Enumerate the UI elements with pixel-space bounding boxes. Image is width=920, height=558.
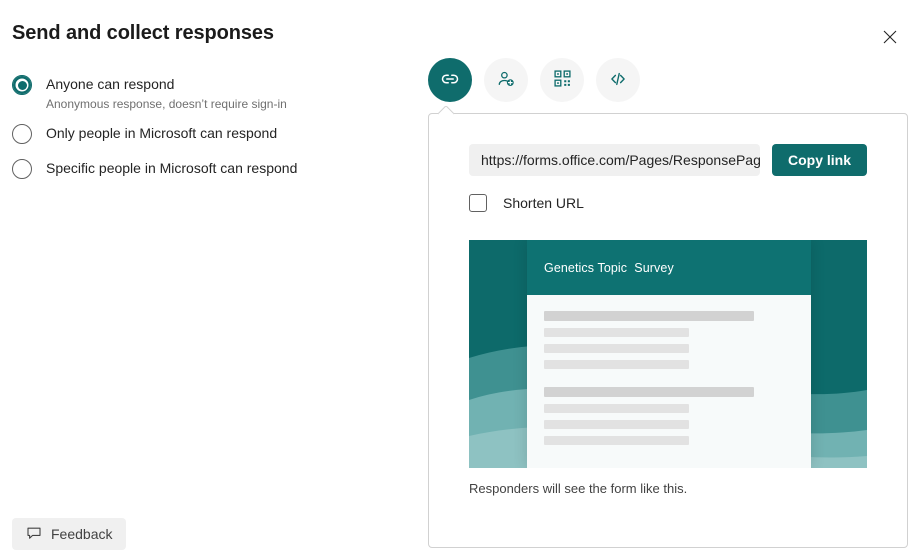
share-link-row: https://forms.office.com/Pages/ResponseP…: [469, 144, 867, 176]
link-share-callout: https://forms.office.com/Pages/ResponseP…: [428, 113, 908, 548]
embed-code-tab[interactable]: [596, 58, 640, 102]
feedback-button[interactable]: Feedback: [12, 518, 127, 550]
preview-form-card: Genetics Topic Survey: [527, 240, 811, 468]
shorten-url-row[interactable]: Shorten URL: [469, 194, 867, 212]
copy-link-button[interactable]: Copy link: [771, 144, 867, 176]
share-method-tabs: [428, 58, 908, 102]
share-panel: https://forms.office.com/Pages/ResponseP…: [428, 58, 908, 548]
radio-label: Only people in Microsoft can respond: [46, 125, 278, 141]
radio-mark-icon: [12, 159, 32, 179]
share-url-input[interactable]: https://forms.office.com/Pages/ResponseP…: [469, 144, 760, 176]
shorten-url-label: Shorten URL: [503, 195, 584, 211]
shorten-url-checkbox[interactable]: [469, 194, 487, 212]
close-button[interactable]: [874, 22, 906, 54]
radio-specific-people-in-microsoft[interactable]: Specific people in Microsoft can respond: [12, 156, 402, 181]
invite-people-tab[interactable]: [484, 58, 528, 102]
audience-options-group: Anyone can respond Anonymous response, d…: [12, 72, 402, 185]
radio-mark-icon: [12, 124, 32, 144]
speech-bubble-icon: [26, 525, 42, 544]
radio-label: Specific people in Microsoft can respond: [46, 160, 298, 176]
person-add-icon: [496, 69, 516, 92]
preview-form-header: Genetics Topic Survey: [527, 240, 811, 295]
radio-sublabel: Anonymous response, doesn’t require sign…: [46, 97, 287, 111]
embed-code-icon: [608, 69, 628, 92]
skeleton-line: [544, 328, 689, 337]
close-icon: [883, 30, 897, 47]
skeleton-line: [544, 360, 689, 369]
form-preview-thumbnail: Genetics Topic Survey: [469, 240, 867, 468]
callout-arrow-icon: [438, 106, 454, 115]
preview-question-block: [544, 387, 794, 445]
skeleton-line: [544, 436, 689, 445]
qr-code-tab[interactable]: [540, 58, 584, 102]
skeleton-line: [544, 387, 754, 397]
preview-caption: Responders will see the form like this.: [469, 481, 688, 496]
skeleton-line: [544, 311, 754, 321]
radio-only-people-in-microsoft[interactable]: Only people in Microsoft can respond: [12, 121, 402, 146]
skeleton-line: [544, 344, 689, 353]
radio-mark-icon: [12, 75, 32, 95]
feedback-label: Feedback: [51, 526, 113, 542]
skeleton-line: [544, 420, 689, 429]
page-title: Send and collect responses: [12, 22, 274, 44]
preview-form-body: [527, 295, 811, 445]
radio-label: Anyone can respond: [46, 76, 175, 92]
preview-question-block: [544, 311, 794, 369]
link-icon: [440, 69, 460, 92]
link-tab[interactable]: [428, 58, 472, 102]
skeleton-line: [544, 404, 689, 413]
radio-anyone-can-respond[interactable]: Anyone can respond Anonymous response, d…: [12, 72, 402, 115]
preview-form-title: Genetics Topic Survey: [544, 260, 674, 275]
qr-code-icon: [553, 69, 572, 91]
